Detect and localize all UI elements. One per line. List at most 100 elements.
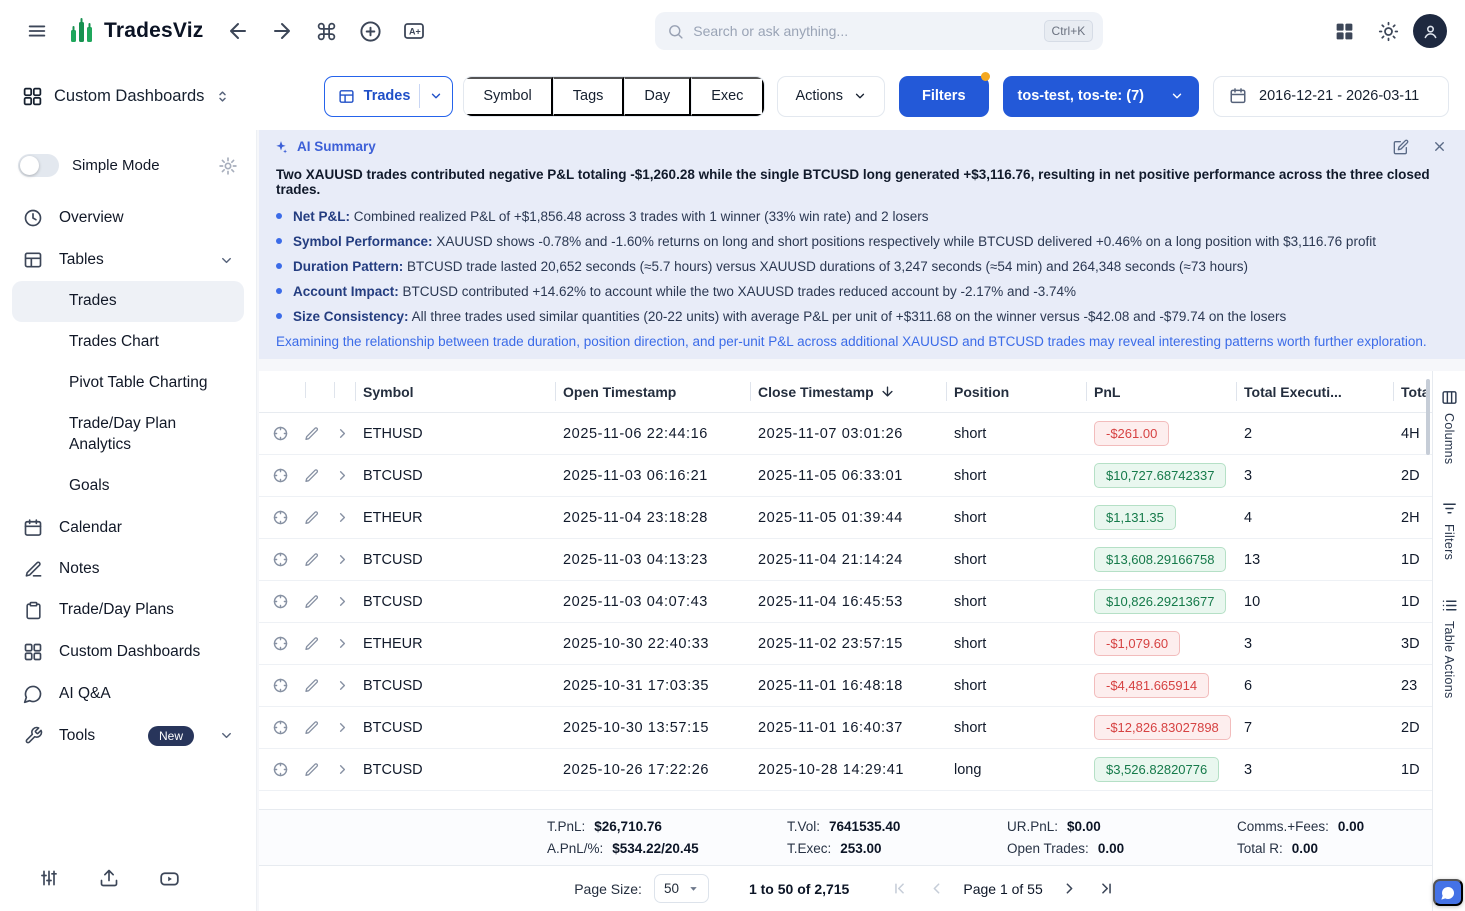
pnl-cell: $13,608.29166758 <box>1086 539 1236 581</box>
edit-pencil-icon[interactable] <box>304 720 320 736</box>
sidebar-item-notes[interactable]: Notes <box>12 549 244 590</box>
edit-pencil-icon[interactable] <box>304 468 320 484</box>
edit-pencil-icon[interactable] <box>304 636 320 652</box>
col-symbol[interactable]: Symbol <box>355 371 555 413</box>
page-size-select[interactable]: 50 <box>654 874 709 903</box>
actions-dropdown[interactable]: Actions <box>777 76 885 117</box>
ai-summary-close-button[interactable] <box>1428 136 1450 158</box>
theme-toggle-button[interactable] <box>1369 12 1407 50</box>
brand-logo[interactable]: TradesViz <box>68 18 203 45</box>
youtube-button[interactable] <box>154 863 184 893</box>
sidebar-item-ai-qa[interactable]: AI Q&A <box>12 673 244 715</box>
target-icon[interactable] <box>272 677 289 694</box>
scrollbar-thumb[interactable] <box>1426 379 1430 455</box>
target-icon[interactable] <box>272 425 289 442</box>
custom-dashboards-selector[interactable]: Custom Dashboards <box>16 82 236 111</box>
add-button[interactable] <box>351 12 389 50</box>
rail-filters-button[interactable]: Filters <box>1441 500 1458 560</box>
ai-summary-suggestion-link[interactable]: Examining the relationship between trade… <box>276 334 1448 349</box>
sidebar-item-custom-dashboards[interactable]: Custom Dashboards <box>12 631 244 673</box>
sidebar-subitem-trade-day-plan-analytics[interactable]: Trade/Day Plan Analytics <box>12 404 244 466</box>
total-executions-cell: 13 <box>1236 539 1393 581</box>
edit-pencil-icon[interactable] <box>304 426 320 442</box>
edit-pencil-icon[interactable] <box>304 678 320 694</box>
target-icon[interactable] <box>272 509 289 526</box>
rail-columns-button[interactable]: Columns <box>1441 389 1458 464</box>
sidebar-item-calendar[interactable]: Calendar <box>12 507 244 549</box>
table-row[interactable]: ETHEUR 2025-10-30 22:40:33 2025-11-02 23… <box>259 623 1432 665</box>
simple-mode-toggle[interactable] <box>18 154 59 177</box>
target-icon[interactable] <box>272 593 289 610</box>
sidebar-subitem-pivot-table-charting[interactable]: Pivot Table Charting <box>12 363 244 404</box>
col-pnl[interactable]: PnL <box>1086 371 1236 413</box>
col-open-timestamp[interactable]: Open Timestamp <box>555 371 750 413</box>
date-range-picker[interactable]: 2016-12-21 - 2026-03-11 <box>1213 76 1449 117</box>
edit-pencil-icon[interactable] <box>304 594 320 610</box>
chevron-right-icon[interactable] <box>335 468 350 483</box>
target-icon[interactable] <box>272 467 289 484</box>
tab-exec[interactable]: Exec <box>691 77 764 116</box>
command-button[interactable] <box>307 12 345 50</box>
chevron-right-icon[interactable] <box>335 552 350 567</box>
ai-compose-button[interactable]: A+ <box>395 12 433 50</box>
tab-trades[interactable]: Trades <box>324 76 454 117</box>
date-range-label: 2016-12-21 - 2026-03-11 <box>1259 88 1419 104</box>
edit-pencil-icon[interactable] <box>304 510 320 526</box>
edit-pencil-icon[interactable] <box>304 762 320 778</box>
sliders-button[interactable] <box>34 863 64 893</box>
tab-tags[interactable]: Tags <box>553 77 625 116</box>
sidebar-item-overview[interactable]: Overview <box>12 197 244 239</box>
open-timestamp-cell: 2025-10-30 22:40:33 <box>555 623 750 665</box>
chevron-right-icon[interactable] <box>335 594 350 609</box>
search-input[interactable] <box>693 23 1034 39</box>
menu-button[interactable] <box>18 12 56 50</box>
apps-grid-button[interactable] <box>1325 12 1363 50</box>
table-row[interactable]: ETHUSD 2025-11-06 22:44:16 2025-11-07 03… <box>259 413 1432 455</box>
ai-summary-edit-button[interactable] <box>1390 136 1412 158</box>
table-row[interactable]: BTCUSD 2025-10-26 17:22:26 2025-10-28 14… <box>259 749 1432 791</box>
table-row[interactable]: ETHEUR 2025-11-04 23:18:28 2025-11-05 01… <box>259 497 1432 539</box>
tab-day[interactable]: Day <box>624 77 691 116</box>
chat-widget-button[interactable] <box>1433 879 1463 906</box>
sidebar-item-trade-day-plans[interactable]: Trade/Day Plans <box>12 590 244 631</box>
target-icon[interactable] <box>272 635 289 652</box>
filters-button[interactable]: Filters <box>899 76 989 117</box>
target-icon[interactable] <box>272 719 289 736</box>
chevron-right-icon[interactable] <box>335 762 350 777</box>
gear-icon[interactable] <box>218 156 238 176</box>
global-search[interactable]: Ctrl+K <box>655 12 1103 50</box>
rail-table-actions-button[interactable]: Table Actions <box>1441 597 1458 699</box>
table-row[interactable]: BTCUSD 2025-11-03 06:16:21 2025-11-05 06… <box>259 455 1432 497</box>
first-page-button[interactable] <box>889 878 910 899</box>
sidebar-subitem-goals[interactable]: Goals <box>12 466 244 507</box>
prev-page-button[interactable] <box>926 878 947 899</box>
col-close-timestamp[interactable]: Close Timestamp <box>750 371 946 413</box>
avatar[interactable] <box>1413 14 1447 48</box>
upload-button[interactable] <box>94 863 124 893</box>
chevron-right-icon[interactable] <box>335 510 350 525</box>
col-position[interactable]: Position <box>946 371 1086 413</box>
sidebar-subitem-trades-chart[interactable]: Trades Chart <box>12 322 244 363</box>
tab-symbol[interactable]: Symbol <box>464 77 552 116</box>
table-row[interactable]: BTCUSD 2025-11-03 04:13:23 2025-11-04 21… <box>259 539 1432 581</box>
next-page-button[interactable] <box>1059 878 1080 899</box>
table-row[interactable]: BTCUSD 2025-10-31 17:03:35 2025-11-01 16… <box>259 665 1432 707</box>
rail-filters-label: Filters <box>1442 524 1456 560</box>
back-button[interactable] <box>219 12 257 50</box>
col-total-executions[interactable]: Total Executi... <box>1236 371 1393 413</box>
sidebar-item-tables[interactable]: Tables <box>12 239 244 281</box>
edit-pencil-icon[interactable] <box>304 552 320 568</box>
table-row[interactable]: BTCUSD 2025-10-30 13:57:15 2025-11-01 16… <box>259 707 1432 749</box>
target-icon[interactable] <box>272 551 289 568</box>
last-page-button[interactable] <box>1096 878 1117 899</box>
sidebar-item-tools[interactable]: Tools New <box>12 715 244 757</box>
chevron-right-icon[interactable] <box>335 720 350 735</box>
chevron-right-icon[interactable] <box>335 678 350 693</box>
sidebar-subitem-trades[interactable]: Trades <box>12 281 244 322</box>
accounts-dropdown[interactable]: tos-test, tos-te: (7) <box>1003 76 1199 117</box>
chevron-right-icon[interactable] <box>335 426 350 441</box>
table-row[interactable]: BTCUSD 2025-11-03 04:07:43 2025-11-04 16… <box>259 581 1432 623</box>
target-icon[interactable] <box>272 761 289 778</box>
chevron-right-icon[interactable] <box>335 636 350 651</box>
forward-button[interactable] <box>263 12 301 50</box>
